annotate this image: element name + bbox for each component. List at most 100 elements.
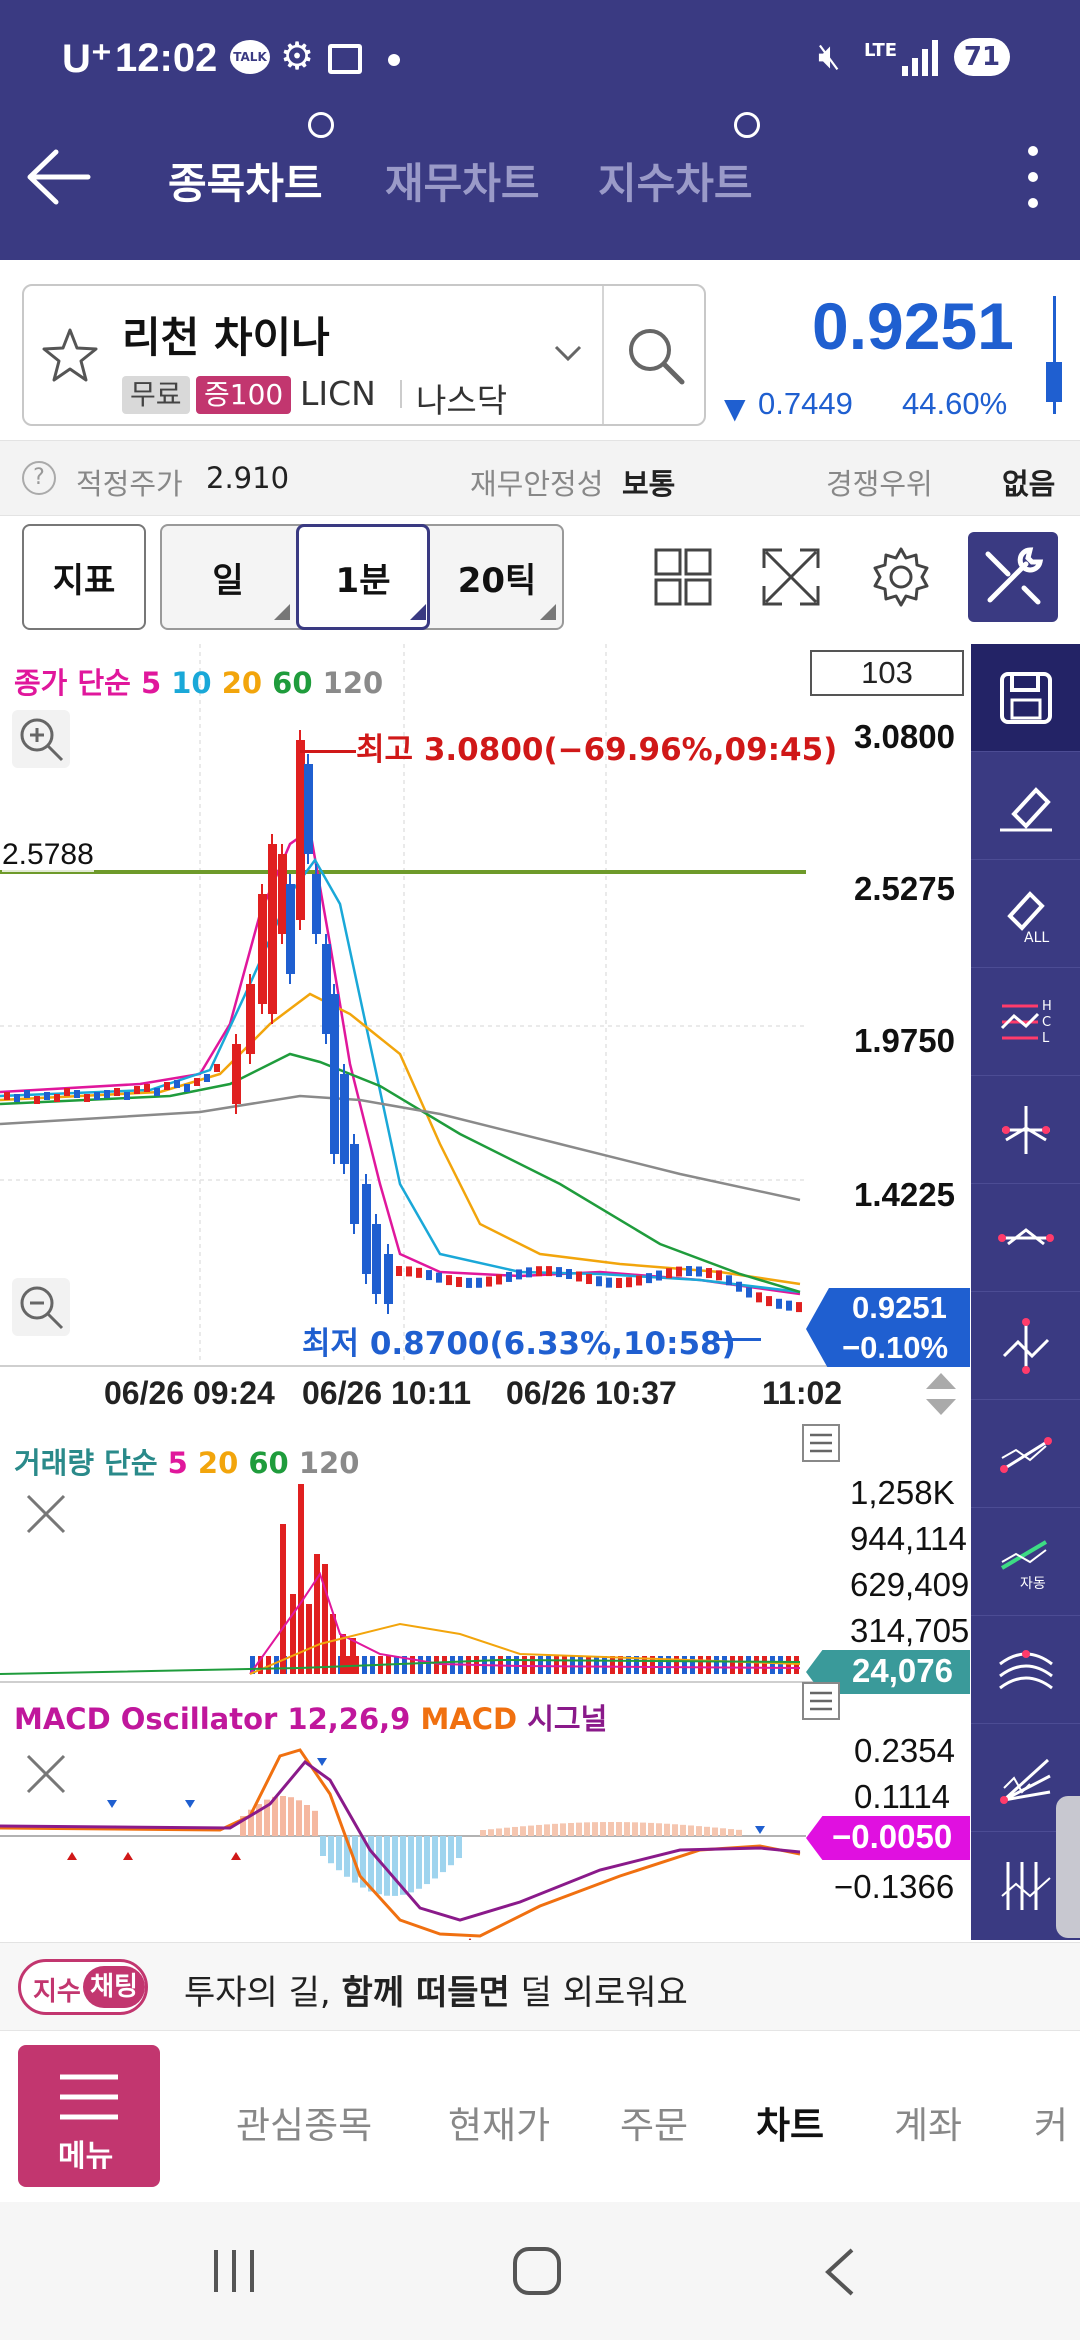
candle [134,1086,140,1094]
eraser-all-tool[interactable]: ALL [971,860,1080,968]
candle [666,1268,672,1279]
crosshair-tool[interactable] [971,1076,1080,1184]
nav-chart[interactable]: 차트 [756,2095,824,2149]
macd-bar [288,1797,294,1836]
search-icon[interactable] [624,324,688,388]
settings-gear-icon[interactable] [870,546,932,608]
macd-bar [528,1825,534,1836]
more-menu-icon[interactable] [1028,146,1038,210]
low-note: 최저 0.8700(6.33%,10:58) [302,1326,736,1362]
nav-order[interactable]: 주문 [620,2095,688,2149]
candle [716,1270,722,1281]
candle [396,1266,402,1277]
volume-bar [794,1656,799,1674]
visible-count-box[interactable]: 103 [810,650,964,696]
channel-tool[interactable] [971,1616,1080,1724]
candle [646,1273,652,1284]
candle [796,1302,802,1313]
macd-bar [672,1824,678,1836]
mini-candle-icon [1046,296,1062,414]
stock-selector[interactable]: 리천 차이나 무료 증100 LICN 나스닥 [22,284,706,426]
candle [372,1224,381,1294]
period-lines-icon [1000,1862,1051,1910]
macd-bar [728,1829,734,1836]
auto-trend-tool[interactable]: 자동 [971,1508,1080,1616]
back-icon[interactable] [820,2246,860,2298]
tab-stock-chart[interactable]: 종목차트 [168,150,323,211]
macd-bar [696,1826,702,1836]
volume-bar [306,1604,312,1674]
grid-layout-icon[interactable] [654,548,712,606]
volume-bar [340,1634,346,1674]
home-icon[interactable] [512,2246,562,2296]
nav-more[interactable]: 커 [1034,2095,1068,2149]
sidebar-scroll-handle[interactable] [1056,1796,1080,1938]
market: 나스닥 [416,381,508,420]
tools-button[interactable] [968,532,1058,622]
volume-legend[interactable]: 거래량 단순 5 20 60 120 [14,1440,359,1482]
chevron-down-icon[interactable] [554,344,582,362]
macd-bar [312,1810,318,1836]
vertical-line-tool[interactable] [971,1292,1080,1400]
channel-icon [998,1649,1053,1689]
candle [14,1094,20,1102]
volume-bars [0,1484,801,1675]
macd-bar [496,1828,502,1836]
dot-icon [388,54,400,66]
macd-bar [600,1822,606,1836]
list-menu-icon[interactable] [802,1424,840,1462]
trend-line-tool[interactable] [971,1400,1080,1508]
banner-tag: 지수 채팅 [18,1959,148,2015]
candle [268,844,277,1014]
macd-bar [624,1822,630,1836]
chat-banner[interactable]: 지수 채팅 투자의 길, 함께 떠들면 덜 외로워요 [0,1942,1080,2030]
zoom-in-button[interactable] [12,710,70,768]
zoom-out-button[interactable] [12,1278,70,1336]
macd-bar [616,1822,622,1836]
candle [184,1084,190,1092]
macd-bar [304,1805,310,1836]
back-arrow-icon[interactable] [26,148,92,206]
close-icon[interactable] [24,1492,68,1536]
save-tool[interactable] [971,644,1080,752]
current-price-tag-value: 0.9251 [852,1290,947,1325]
chart-area[interactable] [0,644,970,1940]
help-icon[interactable]: ? [22,461,56,495]
candle [322,944,331,1034]
macd-bar [520,1826,526,1836]
hlc-tool[interactable]: HCL [971,968,1080,1076]
nav-account[interactable]: 계좌 [894,2095,962,2149]
hline-label: 2.5788 [2,838,94,872]
tab-index-chart[interactable]: 지수차트 [598,150,753,211]
volume-bar [762,1656,767,1674]
fullscreen-icon[interactable] [760,546,822,608]
carrier: U⁺ [62,37,112,81]
time-label: 06/26 10:11 [302,1375,472,1411]
macd-legend[interactable]: MACD Oscillator 12,26,9 MACD 시그널 [14,1696,607,1738]
nav-watchlist[interactable]: 관심종목 [236,2095,372,2149]
tab-financial-chart[interactable]: 재무차트 [385,150,540,211]
close-icon[interactable] [24,1752,68,1796]
candle [706,1268,712,1279]
horizontal-line-tool[interactable] [971,1184,1080,1292]
star-icon[interactable] [40,326,100,386]
price-change-pct: 44.60% [902,386,1008,421]
menu-button[interactable]: 메뉴 [18,2045,160,2187]
eraser-icon [999,786,1052,831]
volume-bar [280,1524,286,1674]
indicator-button[interactable]: 지표 [22,524,146,630]
macd-label: MACD [420,1702,518,1736]
nav-current-price[interactable]: 현재가 [448,2095,550,2149]
macd-bar [448,1836,454,1866]
ma-legend[interactable]: 종가 단순 5 10 20 60 120 [14,660,383,702]
ma-20: 20 [221,666,263,700]
eraser-tool[interactable] [971,752,1080,860]
candle [312,874,321,934]
candlesticks [4,730,802,1314]
list-menu-icon[interactable] [802,1682,840,1720]
macd-axis-label: 0.2354 [854,1732,955,1769]
time-axis: 06/26 09:24 06/26 10:11 06/26 10:37 11:0… [0,1367,970,1423]
scroll-updown-icon[interactable] [924,1371,958,1417]
candle [362,1184,371,1274]
recent-apps-icon[interactable] [210,2248,258,2294]
